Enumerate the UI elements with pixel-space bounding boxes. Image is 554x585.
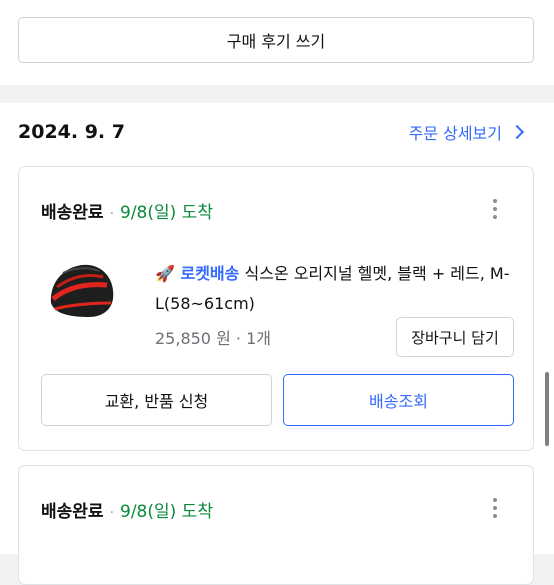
write-review-button[interactable]: 구매 후기 쓰기 <box>18 17 534 63</box>
kebab-menu-icon[interactable] <box>493 498 497 522</box>
price-separator: · <box>235 329 241 348</box>
delivery-status: 배송완료 · 9/8(일) 도착 <box>41 198 213 223</box>
product-price: 25,850 원 <box>155 329 231 348</box>
status-separator: · <box>109 206 115 222</box>
product-thumbnail[interactable] <box>45 259 117 327</box>
review-section: 구매 후기 쓰기 <box>0 0 554 85</box>
order-card: 배송완료 · 9/8(일) 도착 🚀 로켓배송 식스온 오리지널 헬멧, 블랙 … <box>18 166 534 451</box>
delivery-status: 배송완료 · 9/8(일) 도착 <box>41 497 213 522</box>
order-detail-link[interactable]: 주문 상세보기 <box>409 120 526 144</box>
rocket-delivery-badge: 🚀 로켓배송 <box>155 264 240 283</box>
status-separator: · <box>109 505 115 521</box>
price-row: 25,850 원 · 1개 <box>155 325 271 349</box>
add-to-cart-button[interactable]: 장바구니 담기 <box>396 317 514 357</box>
exchange-return-button[interactable]: 교환, 반품 신청 <box>41 374 272 426</box>
scrollbar[interactable] <box>545 372 549 446</box>
chevron-right-icon <box>509 124 525 140</box>
order-detail-label: 주문 상세보기 <box>408 124 502 143</box>
status-label: 배송완료 <box>41 203 104 223</box>
order-date: 2024. 9. 7 <box>18 121 125 143</box>
track-delivery-button[interactable]: 배송조회 <box>283 374 514 426</box>
status-label: 배송완료 <box>41 502 104 522</box>
kebab-menu-icon[interactable] <box>493 199 497 223</box>
product-quantity: 1개 <box>246 329 271 348</box>
arrival-date: 9/8(일) 도착 <box>120 203 213 223</box>
arrival-date: 9/8(일) 도착 <box>120 502 213 522</box>
order-card: 배송완료 · 9/8(일) 도착 <box>18 465 534 585</box>
product-name-block[interactable]: 🚀 로켓배송 식스온 오리지널 헬멧, 블랙 + 레드, M-L(58~61cm… <box>155 259 515 319</box>
